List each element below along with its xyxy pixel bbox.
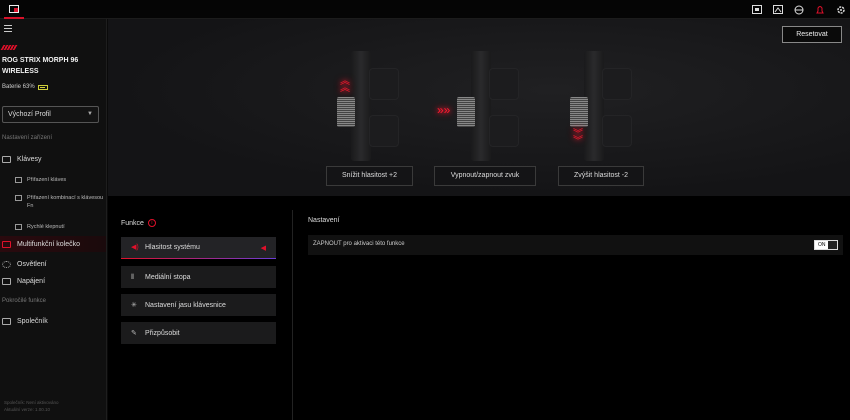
sidebar-item-keys[interactable]: Klávesy xyxy=(0,152,106,166)
reset-button[interactable]: Resetovat xyxy=(782,26,842,43)
sidebar-item-label: Společník xyxy=(17,317,48,325)
key-shape xyxy=(369,115,399,147)
sidebar-item-label: Přiřazení kombinací s klávesou Fn xyxy=(27,195,104,209)
key-shape xyxy=(602,68,632,100)
sidebar-item-label: Rychlé klepnutí xyxy=(27,224,65,230)
sidebar: ROG STRIX MORPH 96 WIRELESS Baterie 63% … xyxy=(0,19,107,420)
keyboard-icon xyxy=(2,155,11,163)
battery-label: Baterie 63% xyxy=(2,84,35,90)
gear-icon[interactable] xyxy=(835,4,846,15)
function-customize[interactable]: ✎ Přizpůsobit xyxy=(121,322,276,344)
sidebar-footer: Společník: Není aktivováno Aktuální verz… xyxy=(4,399,59,413)
settings-row-enable: ZAPNOUT pro aktivaci této funkce ON xyxy=(308,235,843,255)
function-label: Mediální stopa xyxy=(145,273,191,281)
device-name: ROG STRIX MORPH 96 WIRELESS xyxy=(2,57,79,75)
sidebar-item-quick-click[interactable]: Rychlé klepnutí xyxy=(15,223,105,231)
function-label: Nastavení jasu klávesnice xyxy=(145,301,226,309)
label-mute[interactable]: Vypnout/zapnout zvuk xyxy=(434,166,536,186)
volume-icon: ◀) xyxy=(131,244,139,251)
section-advanced: Pokročilé funkce xyxy=(2,298,47,304)
profile-select[interactable]: Výchozí Profil ▼ xyxy=(2,106,99,123)
brightness-icon: ✳ xyxy=(131,301,137,309)
functions-header: Funkce i xyxy=(121,219,156,227)
sidebar-item-lighting[interactable]: Osvětlení xyxy=(0,257,106,271)
top-bar xyxy=(0,0,850,19)
arrow-up-icon: ︽ ︽ xyxy=(340,76,350,94)
keyboard-icon[interactable] xyxy=(751,4,762,15)
key-icon xyxy=(15,177,22,183)
wheel-illustration-mute: »» xyxy=(437,51,533,161)
sidebar-item-label: Osvětlení xyxy=(17,260,47,268)
wheel-illustration-up: ︾ ︾ xyxy=(566,51,646,161)
menu-icon[interactable] xyxy=(4,25,12,32)
enable-toggle[interactable]: ON xyxy=(814,240,838,250)
label-volume-down[interactable]: Snížit hlasitost +2 xyxy=(326,166,413,186)
scroll-wheel xyxy=(337,97,355,127)
sidebar-item-label: Klávesy xyxy=(17,155,42,163)
settings-row-label: ZAPNOUT pro aktivaci této funkce xyxy=(313,241,405,247)
key-shape xyxy=(489,115,519,147)
sidebar-item-label: Multifunkční kolečko xyxy=(17,240,81,248)
scroll-wheel xyxy=(457,97,475,127)
label-volume-up[interactable]: Zvýšit hlasitost -2 xyxy=(558,166,644,186)
sidebar-item-power[interactable]: Napájení xyxy=(0,274,106,288)
version-label: Aktuální verze: 1.00.10 xyxy=(4,407,51,412)
fn-key-icon xyxy=(15,195,22,201)
notification-icon[interactable] xyxy=(814,4,825,15)
volume-indicator-icon: ◀ xyxy=(260,244,266,252)
function-panel: Funkce i ◀) Hlasitost systému ◀ ⦀ Mediál… xyxy=(108,196,850,420)
sync-icon[interactable] xyxy=(793,4,804,15)
device-icon-glyph xyxy=(9,4,19,13)
lighting-icon xyxy=(2,260,11,268)
arrow-right-icon: »» xyxy=(437,103,451,117)
scroll-wheel xyxy=(570,97,588,127)
settings-title: Nastavení xyxy=(308,217,340,224)
edit-icon: ✎ xyxy=(131,329,137,337)
profile-value: Výchozí Profil xyxy=(8,111,51,118)
chevron-down-icon: ▼ xyxy=(87,111,93,117)
power-icon xyxy=(2,277,11,285)
battery-status: Baterie 63% xyxy=(2,84,48,90)
function-media-track[interactable]: ⦀ Mediální stopa xyxy=(121,266,276,288)
sidebar-item-key-assign[interactable]: Přiřazení kláves xyxy=(15,176,105,184)
quick-click-icon xyxy=(15,224,22,230)
section-device-settings: Nastavení zařízení xyxy=(2,135,53,141)
device-icon[interactable] xyxy=(4,0,24,19)
wheel-preview-stage: Resetovat ︽ ︽ »» ︾ ︾ Snížit hlasitost +2 V… xyxy=(108,19,850,196)
function-label: Přizpůsobit xyxy=(145,329,180,337)
function-system-volume[interactable]: ◀) Hlasitost systému ◀ xyxy=(121,237,276,259)
info-icon[interactable]: i xyxy=(147,219,156,227)
key-shape xyxy=(602,115,632,147)
rog-logo-icon xyxy=(0,45,18,50)
key-shape xyxy=(369,68,399,100)
sidebar-item-multiwheel[interactable]: Multifunkční kolečko xyxy=(0,236,106,252)
function-keyboard-brightness[interactable]: ✳ Nastavení jasu klávesnice xyxy=(121,294,276,316)
battery-icon xyxy=(37,84,48,90)
companion-status: Společník: Není aktivováno xyxy=(4,400,59,405)
arrow-down-icon: ︾ ︾ xyxy=(573,129,583,147)
sidebar-item-fn-combo[interactable]: Přiřazení kombinací s klávesou Fn xyxy=(15,194,105,210)
top-icons xyxy=(751,0,846,19)
functions-title: Funkce xyxy=(121,219,144,227)
function-label: Hlasitost systému xyxy=(145,244,200,251)
sidebar-item-companion[interactable]: Společník xyxy=(0,314,106,328)
key-shape xyxy=(489,68,519,100)
image-icon[interactable] xyxy=(772,4,783,15)
wheel-icon xyxy=(2,240,11,248)
companion-icon xyxy=(2,317,11,325)
wheel-illustration-down: ︽ ︽ xyxy=(333,51,413,161)
panel-divider xyxy=(292,210,293,420)
sidebar-item-label: Přiřazení kláves xyxy=(27,177,67,183)
media-icon: ⦀ xyxy=(131,273,135,281)
sidebar-item-label: Napájení xyxy=(17,277,46,285)
